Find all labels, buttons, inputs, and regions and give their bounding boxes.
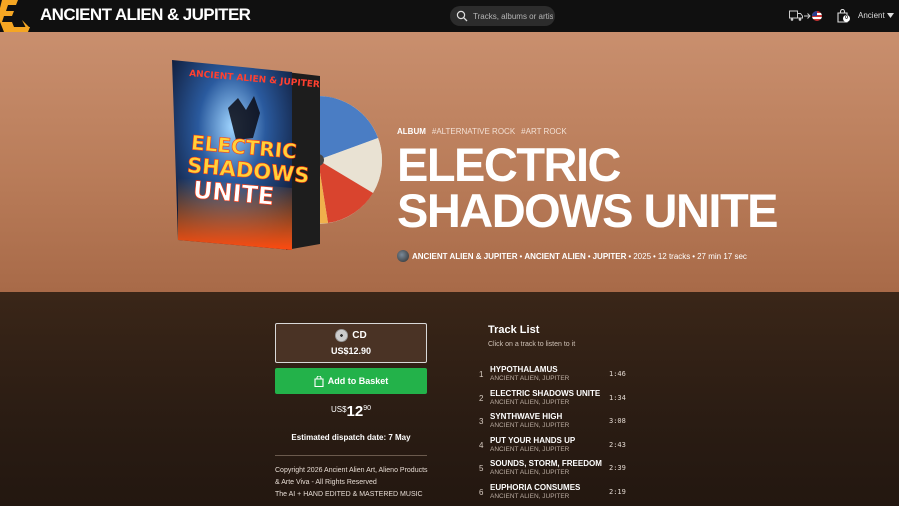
track-artist: ANCIENT ALIEN, JUPITER xyxy=(490,445,570,453)
genre-tag[interactable]: #ALTERNATIVE ROCK xyxy=(432,127,515,136)
track-title[interactable]: PUT YOUR HANDS UP xyxy=(490,436,575,445)
avatar[interactable] xyxy=(397,250,409,262)
search-bar[interactable] xyxy=(450,6,555,26)
copyright-text: Copyright 2026 Ancient Alien Art, Alieno… xyxy=(275,465,433,501)
track-row[interactable]: 1 HYPOTHALAMUS ANCIENT ALIEN, JUPITER 1:… xyxy=(476,364,636,388)
artist-link[interactable]: ANCIENT ALIEN xyxy=(524,252,585,261)
shipping-icon xyxy=(789,10,803,21)
track-duration: 1:34 xyxy=(609,393,626,402)
logo-icon[interactable] xyxy=(0,0,32,32)
separator: • xyxy=(519,251,523,261)
add-to-basket-label: Add to Basket xyxy=(327,376,389,386)
separator: • xyxy=(587,251,591,261)
album-cover-art[interactable]: ANCIENT ALIEN & JUPITER ELECTRIC SHADOWS… xyxy=(168,58,383,263)
copyright-line: The AI + HAND EDITED & MASTERED MUSIC xyxy=(275,491,423,498)
artist-link[interactable]: JUPITER xyxy=(593,252,627,261)
bag-icon xyxy=(314,375,324,387)
dispatch-date: Estimated dispatch date: 7 May xyxy=(291,433,411,442)
track-title[interactable]: HYPOTHALAMUS xyxy=(490,365,558,374)
basket-count-badge: 0 xyxy=(843,15,850,22)
track-artist: ANCIENT ALIEN, JUPITER xyxy=(490,492,570,500)
track-number: 3 xyxy=(479,417,484,427)
track-artist: ANCIENT ALIEN, JUPITER xyxy=(490,398,570,406)
track-row[interactable]: 4 PUT YOUR HANDS UP ANCIENT ALIEN, JUPIT… xyxy=(476,435,636,459)
track-duration: 3:08 xyxy=(609,417,626,426)
user-menu[interactable]: Ancient xyxy=(858,11,894,20)
copyright-line: Copyright 2026 Ancient Alien Art, Alieno… xyxy=(275,467,428,474)
separator: • xyxy=(692,251,696,261)
artist-link[interactable]: ANCIENT ALIEN & JUPITER xyxy=(412,252,518,261)
track-number: 4 xyxy=(479,440,484,450)
search-input[interactable] xyxy=(473,11,553,21)
arrow-right-icon xyxy=(804,13,811,19)
top-bar: ANCIENT ALIEN & JUPITER 0 Ancient xyxy=(0,0,899,32)
track-row[interactable]: 5 SOUNDS, STORM, FREEDOM ANCIENT ALIEN, … xyxy=(476,458,636,482)
track-count: 12 tracks xyxy=(657,251,691,261)
copyright-line: & Arte Viva - All Rights Reserved xyxy=(275,479,377,486)
album-type: ALBUM xyxy=(397,127,426,136)
album-credits: ANCIENT ALIEN & JUPITER • ANCIENT ALIEN … xyxy=(397,250,747,262)
album-duration: 27 min 17 sec xyxy=(697,251,747,261)
track-artist: ANCIENT ALIEN, JUPITER xyxy=(490,375,570,382)
format-option-cd[interactable]: CD US$12.90 xyxy=(275,323,427,363)
track-number: 5 xyxy=(479,464,484,474)
track-row[interactable]: 2 ELECTRIC SHADOWS UNITE ANCIENT ALIEN, … xyxy=(476,388,636,412)
track-duration: 1:46 xyxy=(609,370,626,378)
cd-icon xyxy=(335,329,349,342)
track-title[interactable]: EUPHORIA CONSUMES xyxy=(490,483,580,492)
separator: • xyxy=(653,251,656,261)
divider xyxy=(275,455,427,456)
track-title[interactable]: ELECTRIC SHADOWS UNITE xyxy=(490,389,600,398)
separator: • xyxy=(628,251,632,261)
track-number: 1 xyxy=(479,370,484,379)
tracklist-heading: Track List xyxy=(488,324,540,336)
format-price: US$12.90 xyxy=(330,346,372,356)
price-decimal: 90 xyxy=(363,405,372,412)
chevron-down-icon xyxy=(886,13,894,18)
album-tags: ALBUM #ALTERNATIVE ROCK #ART ROCK xyxy=(397,127,567,136)
track-duration: 2:43 xyxy=(609,440,626,449)
track-row[interactable]: 6 EUPHORIA CONSUMES ANCIENT ALIEN, JUPIT… xyxy=(476,482,636,506)
genre-tag[interactable]: #ART ROCK xyxy=(521,127,567,136)
track-row[interactable]: 3 SYNTHWAVE HIGH ANCIENT ALIEN, JUPITER … xyxy=(476,411,636,435)
release-year: 2025 xyxy=(633,251,652,261)
shipping-destination[interactable] xyxy=(789,8,825,24)
album-title: ELECTRIC SHADOWS UNITE xyxy=(397,138,779,237)
track-list: 1 HYPOTHALAMUS ANCIENT ALIEN, JUPITER 1:… xyxy=(476,364,636,506)
track-duration: 2:19 xyxy=(609,487,626,496)
track-duration: 2:39 xyxy=(609,464,626,473)
track-title[interactable]: SYNTHWAVE HIGH xyxy=(490,412,562,421)
track-number: 2 xyxy=(479,393,484,403)
user-name: Ancient xyxy=(858,11,885,20)
price-integer: 12 xyxy=(346,403,364,420)
price-display: US$1290 xyxy=(275,403,427,421)
track-number: 6 xyxy=(479,487,484,497)
brand-title[interactable]: ANCIENT ALIEN & JUPITER xyxy=(40,5,251,25)
purchase-section xyxy=(0,292,899,506)
price-currency: US$ xyxy=(330,405,347,414)
format-label: CD xyxy=(352,330,367,341)
add-to-basket-button[interactable]: Add to Basket xyxy=(275,368,427,394)
track-artist: ANCIENT ALIEN, JUPITER xyxy=(490,422,570,430)
search-icon xyxy=(456,10,468,22)
track-artist: ANCIENT ALIEN, JUPITER xyxy=(490,469,570,477)
flag-icon xyxy=(812,11,822,21)
tracklist-subheading: Click on a track to listen to it xyxy=(488,341,576,348)
track-title[interactable]: SOUNDS, STORM, FREEDOM xyxy=(490,459,602,468)
